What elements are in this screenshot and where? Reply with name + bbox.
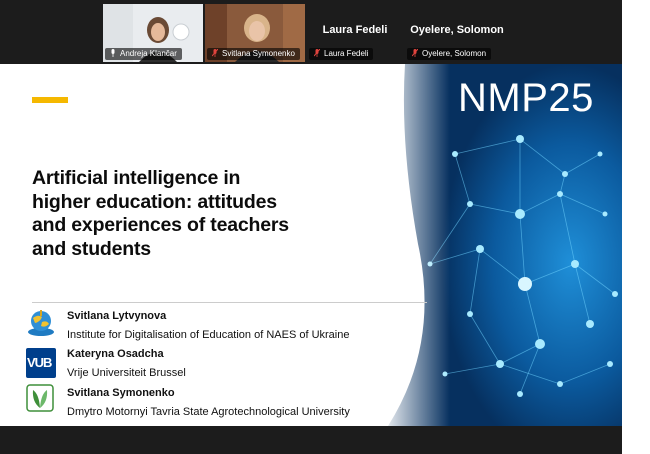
microphone-icon (111, 49, 115, 57)
conference-tag: NMP25 (458, 76, 594, 120)
participant-name-3: Laura Fedeli (324, 49, 369, 58)
author-name-3: Svitlana Symonenko (67, 387, 175, 399)
participant-display-name-4: Oyelere, Solomon (410, 24, 504, 36)
author-affiliation-3: Dmytro Motornyi Tavria State Agrotechnol… (67, 406, 350, 418)
author-name-1: Svitlana Lytvynova (67, 310, 167, 322)
microphone-muted-icon (314, 49, 320, 57)
naes-globe-logo (28, 310, 54, 336)
participant-label-2: Svitlana Symonenko (207, 48, 300, 60)
participant-label-4: Oyelere, Solomon (407, 48, 492, 60)
microphone-muted-icon (212, 49, 218, 57)
slide-title: Artificial intelligence in higher educat… (32, 167, 289, 260)
participant-name-4: Oyelere, Solomon (422, 49, 487, 58)
author-name-2: Kateryna Osadcha (67, 348, 164, 360)
meeting-window: Andreja Klančar Svitlana Symonenko Laura… (0, 0, 622, 454)
participant-label-3: Laura Fedeli (309, 48, 374, 60)
vub-logo-text: VUB (27, 355, 52, 370)
participant-tile-1[interactable]: Andreja Klančar (103, 4, 203, 62)
participant-tile-3[interactable]: Laura Fedeli Laura Fedeli (307, 4, 403, 62)
author-affiliation-1: Institute for Digitalisation of Educatio… (67, 329, 350, 341)
title-divider (32, 302, 427, 303)
page-margin (622, 0, 650, 454)
participant-tile-4[interactable]: Oyelere, Solomon Oyelere, Solomon (405, 4, 509, 62)
participant-label-1: Andreja Klančar (105, 48, 182, 60)
leaf-logo (26, 384, 54, 412)
meeting-bottom-bar (0, 426, 622, 454)
participant-tile-2[interactable]: Svitlana Symonenko (205, 4, 305, 62)
vub-logo: VUB (26, 348, 56, 378)
microphone-muted-icon (412, 49, 418, 57)
author-affiliation-2: Vrije Universiteit Brussel (67, 367, 186, 379)
title-accent-bar (32, 97, 68, 103)
participant-display-name-3: Laura Fedeli (322, 24, 388, 36)
participant-name-1: Andreja Klančar (120, 49, 177, 58)
shared-slide: NMP25 Artificial intelligence in higher … (0, 64, 622, 426)
participant-name-2: Svitlana Symonenko (222, 49, 295, 58)
